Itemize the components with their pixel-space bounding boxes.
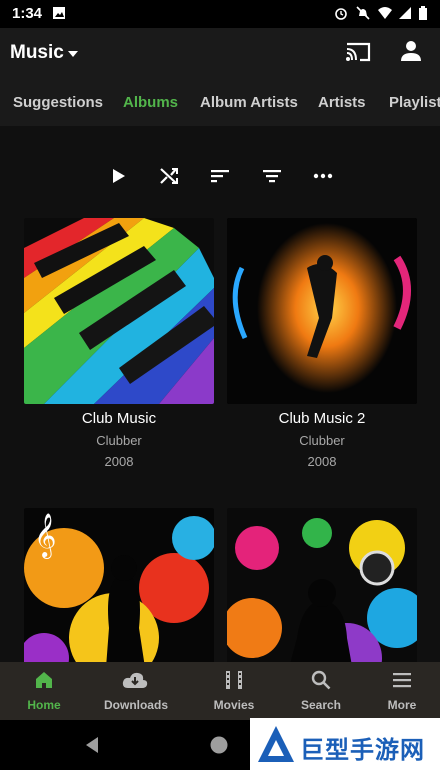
album-year: 2008	[104, 454, 134, 469]
watermark-logo	[258, 726, 294, 762]
nav-search-label: Search	[300, 698, 342, 712]
user-icon[interactable]	[398, 38, 424, 64]
album-art[interactable]	[24, 218, 214, 404]
piano-keys-image	[24, 218, 214, 404]
app-bar: Music	[0, 28, 440, 78]
status-bar: 1:34	[0, 0, 440, 28]
nav-home[interactable]: Home	[0, 662, 88, 720]
tab-artists[interactable]: Artists	[318, 94, 366, 111]
download-icon	[122, 672, 148, 688]
search-icon	[311, 670, 331, 690]
album-card[interactable]: Club Music Clubber 2008	[24, 218, 214, 469]
album-artist: Clubber	[96, 433, 142, 448]
nav-more-label: More	[387, 698, 417, 712]
tab-suggestions[interactable]: Suggestions	[13, 94, 103, 111]
tab-album-artists[interactable]: Album Artists	[200, 94, 298, 111]
nav-downloads-label: Downloads	[103, 698, 168, 712]
nav-downloads[interactable]: Downloads	[92, 662, 180, 720]
album-card[interactable]: Club Music 2 Clubber 2008	[227, 218, 417, 469]
album-card[interactable]	[227, 508, 417, 662]
battery-icon	[419, 6, 427, 20]
wifi-icon	[378, 7, 392, 19]
album-card[interactable]: 𝄞	[24, 508, 214, 662]
tab-albums[interactable]: Albums	[123, 94, 178, 111]
signal-icon	[399, 7, 411, 19]
back-icon[interactable]	[84, 736, 100, 754]
album-artist: Clubber	[299, 433, 345, 448]
svg-text:𝄞: 𝄞	[34, 513, 56, 559]
album-art[interactable]	[227, 218, 417, 404]
more-icon[interactable]	[311, 164, 335, 188]
album-art[interactable]: 𝄞	[24, 508, 214, 662]
home-system-icon[interactable]	[209, 735, 229, 755]
cast-icon[interactable]	[344, 38, 372, 66]
chevron-down-icon[interactable]	[68, 51, 78, 57]
library-tabs: Suggestions Albums Album Artists Artists…	[0, 78, 440, 126]
dancer-image	[227, 218, 417, 404]
sort-icon[interactable]	[208, 164, 232, 188]
menu-icon	[393, 673, 411, 688]
nav-home-label: Home	[27, 698, 61, 712]
album-name: Club Music	[81, 410, 157, 427]
filter-icon[interactable]	[260, 164, 284, 188]
home-icon	[36, 672, 52, 688]
album-art[interactable]	[227, 508, 417, 662]
mute-icon	[356, 6, 370, 20]
album-year: 2008	[307, 454, 337, 469]
nav-movies-label: Movies	[213, 698, 255, 712]
music-silhouette-image: 𝄞	[24, 508, 214, 662]
film-icon	[226, 671, 242, 689]
nav-movies[interactable]: Movies	[190, 662, 278, 720]
bottom-navigation: Home Downloads Movies Search More	[0, 662, 440, 720]
album-name: Club Music 2	[278, 410, 366, 427]
status-time: 1:34	[12, 5, 43, 22]
party-silhouette-image	[227, 508, 417, 662]
play-icon[interactable]	[106, 164, 130, 188]
alarm-icon	[335, 8, 347, 20]
watermark: 巨型手游网	[250, 718, 440, 770]
nav-more[interactable]: More	[358, 662, 440, 720]
albums-content: Club Music Clubber 2008 Club Music 2 Clu…	[0, 126, 440, 662]
image-notification-icon	[53, 7, 65, 19]
watermark-text: 巨型手游网	[300, 737, 425, 764]
shuffle-icon[interactable]	[157, 164, 181, 188]
nav-search[interactable]: Search	[277, 662, 365, 720]
tab-playlists[interactable]: Playlists	[389, 94, 440, 111]
library-title[interactable]: Music	[10, 42, 64, 64]
